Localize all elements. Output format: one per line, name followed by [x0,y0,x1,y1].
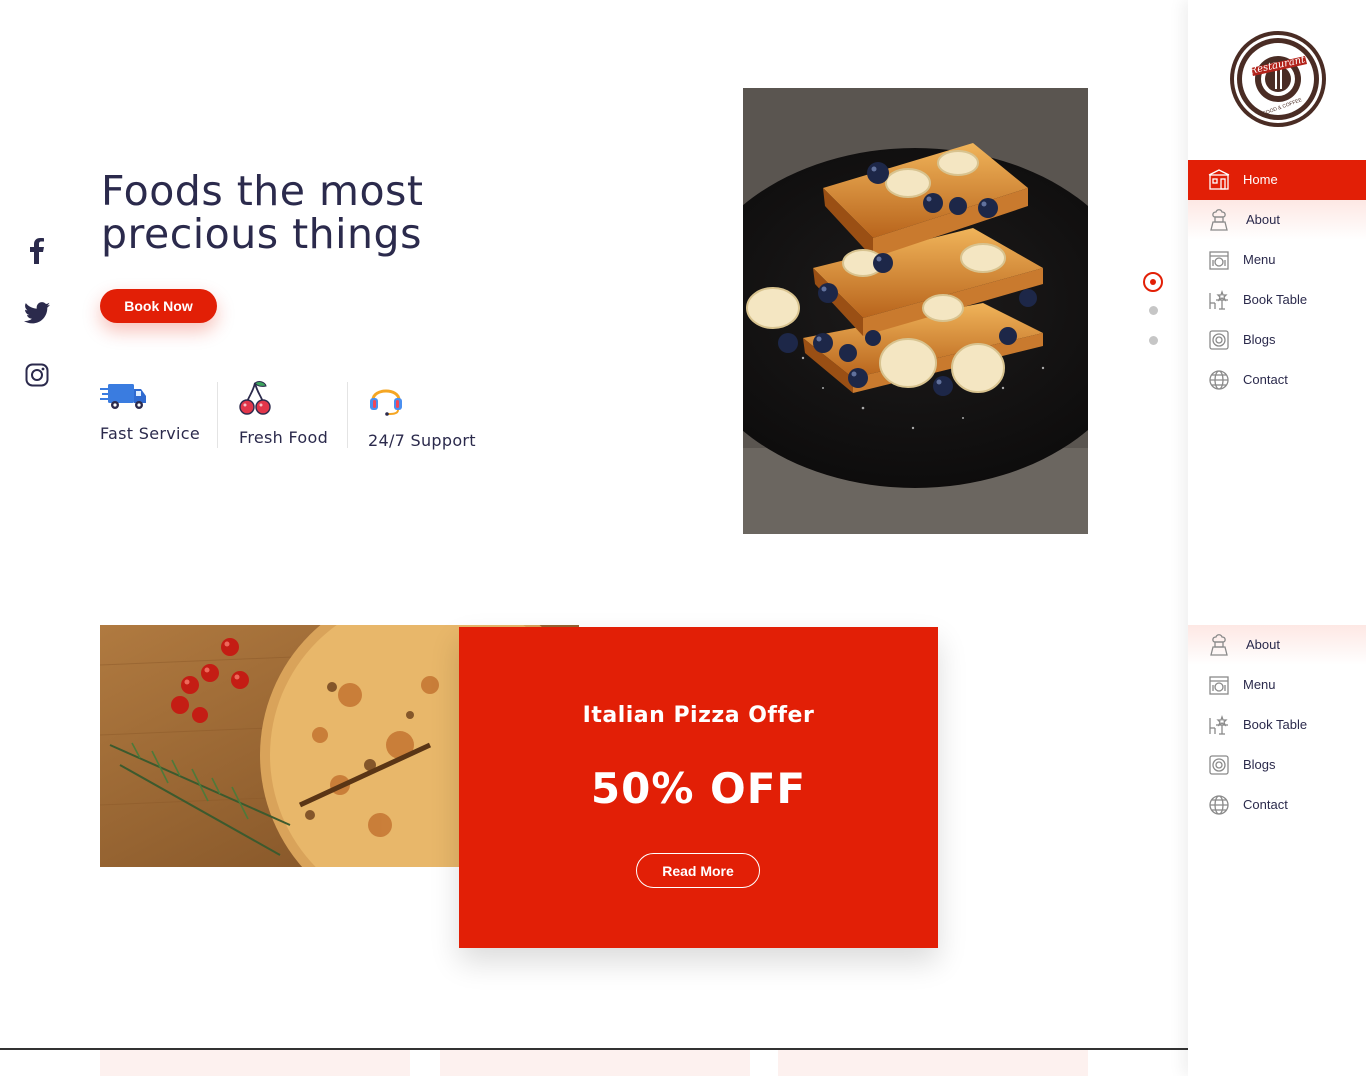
hero-title: Foods the most precious things [101,170,521,256]
nav-blogs[interactable]: Blogs [1188,320,1366,360]
blog-icon [1208,329,1230,351]
nav-label: About [1246,637,1280,652]
nav-label: About [1246,212,1280,227]
menu-icon [1208,249,1230,271]
restaurant-logo[interactable]: Restaurant FOOD & COFFEE [1227,28,1329,130]
slider-dot-active[interactable] [1143,272,1163,292]
nav-about[interactable]: About [1188,625,1366,665]
twitter-icon[interactable] [22,298,52,328]
nav-label: Home [1243,172,1278,187]
nav-label: Blogs [1243,757,1276,772]
feature-fresh-food: Fresh Food [239,380,339,452]
hero-title-line2: precious things [101,210,422,258]
feature-label: Fresh Food [239,428,329,447]
hero-food-image [743,88,1088,534]
book-now-button[interactable]: Book Now [100,289,217,323]
nav-menu[interactable]: Menu [1188,665,1366,705]
feature-fast-service: Fast Service [100,380,210,452]
bottom-card [778,1050,1088,1076]
slider-dot[interactable] [1149,306,1158,315]
table-icon [1208,714,1230,736]
nav-contact[interactable]: Contact [1188,785,1366,825]
bottom-card [100,1050,410,1076]
feature-label: 24/7 Support [368,431,476,450]
nav-contact[interactable]: Contact [1188,360,1366,400]
nav-label: Book Table [1243,292,1308,307]
nav-label: Blogs [1243,332,1276,347]
instagram-icon[interactable] [22,360,52,390]
delivery-truck-icon [100,380,148,416]
facebook-icon[interactable] [22,236,52,266]
headset-icon [368,380,404,420]
menu-icon [1208,674,1230,696]
globe-icon [1208,369,1230,391]
chef-icon [1208,209,1230,231]
nav-book-table[interactable]: Book Table [1188,280,1366,320]
feature-support: 24/7 Support [368,380,498,452]
offer-title: Italian Pizza Offer [582,703,815,728]
table-icon [1208,289,1230,311]
nav-label: Contact [1243,797,1288,812]
nav-home[interactable]: Home [1188,160,1366,200]
slider-dot[interactable] [1149,336,1158,345]
nav-blogs[interactable]: Blogs [1188,745,1366,785]
nav-about[interactable]: About [1188,200,1366,240]
features-row: Fast Service Fresh Food 24/7 Support [100,380,520,452]
nav-menu[interactable]: Menu [1188,240,1366,280]
feature-label: Fast Service [100,424,200,443]
nav-label: Menu [1243,252,1276,267]
cherry-icon [239,380,271,420]
nav-label: Menu [1243,677,1276,692]
hero-title-line1: Foods the most [101,167,424,215]
bottom-card [440,1050,750,1076]
nav-label: Book Table [1243,717,1308,732]
offer-headline: 50% OFF [590,764,807,813]
read-more-button[interactable]: Read More [636,853,760,888]
nav-label: Contact [1243,372,1288,387]
nav-book-table[interactable]: Book Table [1188,705,1366,745]
divider [347,382,348,448]
home-icon [1208,169,1230,191]
globe-icon [1208,794,1230,816]
blog-icon [1208,754,1230,776]
divider [217,382,218,448]
chef-icon [1208,634,1230,656]
